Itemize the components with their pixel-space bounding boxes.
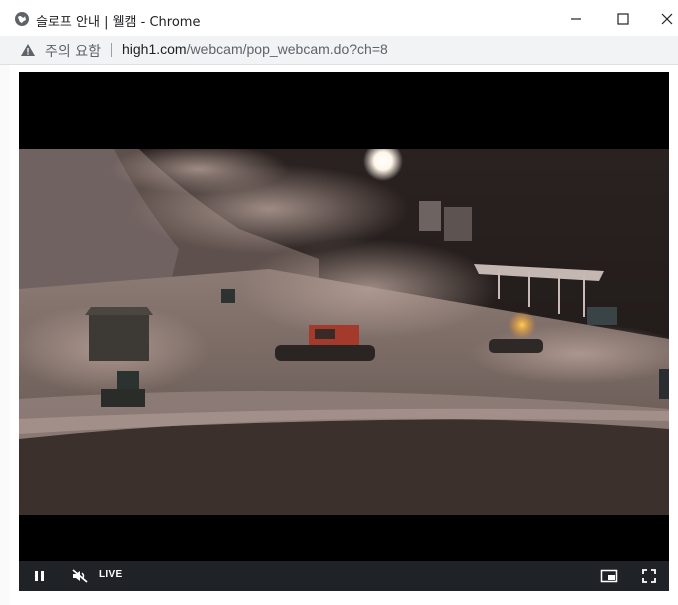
player-controls: LIVE: [19, 561, 669, 591]
url-path: /webcam/pop_webcam.do?ch=8: [186, 41, 388, 57]
address-bar[interactable]: 주의 요함 high1.com/webcam/pop_webcam.do?ch=…: [0, 36, 678, 65]
warning-icon[interactable]: [20, 42, 36, 58]
pause-icon[interactable]: [33, 568, 47, 584]
close-button[interactable]: [656, 9, 678, 29]
minimize-button[interactable]: [565, 9, 587, 29]
fullscreen-icon[interactable]: [641, 568, 657, 584]
maximize-button[interactable]: [612, 9, 634, 29]
url-text[interactable]: high1.com/webcam/pop_webcam.do?ch=8: [122, 41, 388, 57]
page-margin: [0, 65, 10, 605]
webcam-video-frame[interactable]: [19, 149, 669, 515]
picture-in-picture-icon[interactable]: [600, 568, 618, 584]
video-player[interactable]: LIVE: [19, 72, 669, 591]
url-host: high1.com: [122, 41, 187, 57]
muted-speaker-icon[interactable]: [71, 568, 89, 584]
security-status-text[interactable]: 주의 요함: [45, 41, 101, 61]
window-titlebar: 슬로프 안내 | 웰캠 - Chrome: [0, 0, 678, 36]
globe-icon: [15, 12, 29, 26]
window-title: 슬로프 안내 | 웰캠 - Chrome: [36, 15, 201, 30]
divider: [111, 43, 112, 57]
live-indicator: LIVE: [99, 569, 123, 580]
